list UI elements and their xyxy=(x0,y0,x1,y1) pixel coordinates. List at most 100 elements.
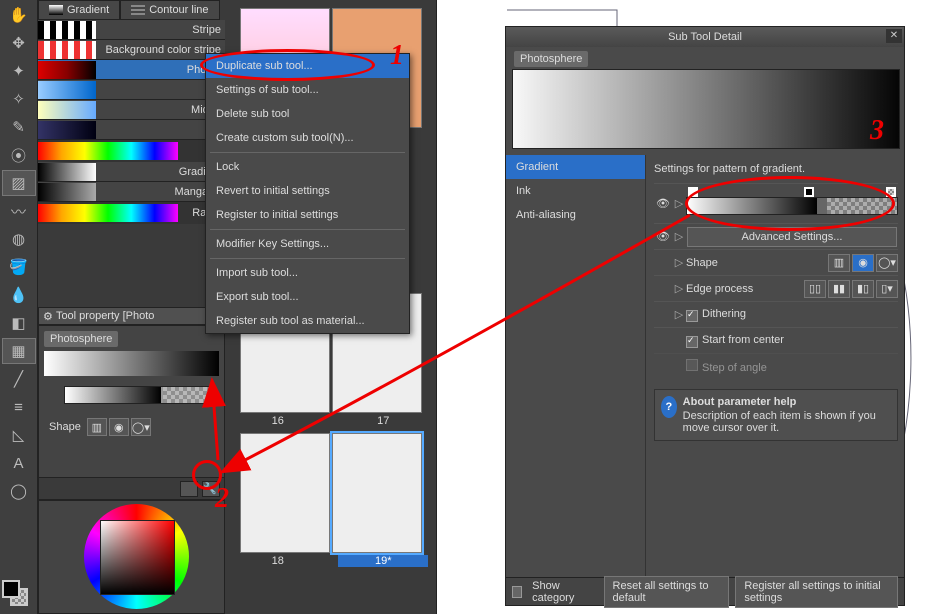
expand-icon[interactable]: ▷ xyxy=(672,282,686,295)
register-init-button[interactable]: Register all settings to initial setting… xyxy=(735,576,898,608)
mini-gradient-bar[interactable] xyxy=(64,386,214,404)
dialog-desc: Settings for pattern of gradient. xyxy=(654,163,898,175)
ctx-lock[interactable]: Lock xyxy=(206,155,409,179)
blur-tool-icon[interactable]: 💧 xyxy=(2,282,36,308)
wand-tool-icon[interactable]: ✧ xyxy=(2,86,36,112)
gradient-stop-white[interactable] xyxy=(688,187,698,197)
param-shape-label: Shape xyxy=(686,257,828,269)
text-tool-icon[interactable]: A xyxy=(2,450,36,476)
color-wheel[interactable] xyxy=(84,504,189,609)
tab-contour[interactable]: Contour line xyxy=(120,0,219,20)
fill-tool-icon[interactable]: ◍ xyxy=(2,226,36,252)
gradient-tool-icon[interactable]: ▨ xyxy=(2,170,36,196)
pen-tool-icon[interactable]: ✎ xyxy=(2,114,36,140)
ctx-create[interactable]: Create custom sub tool(N)... xyxy=(206,126,409,150)
cat-gradient[interactable]: Gradient xyxy=(506,155,645,179)
wrench-icon[interactable]: 🔧 xyxy=(202,481,220,497)
dialog-title-label: Sub Tool Detail xyxy=(668,31,742,43)
shape-radial-icon[interactable]: ◉ xyxy=(852,254,874,272)
hand-tool-icon[interactable]: ✋ xyxy=(2,2,36,28)
ctx-revert[interactable]: Revert to initial settings xyxy=(206,179,409,203)
dithering-checkbox[interactable] xyxy=(686,310,698,322)
eye-icon[interactable]: 👁 xyxy=(654,197,672,210)
dialog-photosphere-chip: Photosphere xyxy=(514,51,588,67)
shape-label: Shape xyxy=(49,421,81,433)
gradient-editor[interactable] xyxy=(686,189,898,219)
square-tool-icon[interactable]: ▦ xyxy=(2,338,36,364)
edge-none-icon[interactable]: ▯▯ xyxy=(804,280,826,298)
preset-rainbow1[interactable]: Ra xyxy=(38,140,225,162)
expand-icon[interactable]: ▷ xyxy=(672,230,686,243)
dialog-titlebar[interactable]: Sub Tool Detail ✕ xyxy=(506,27,904,47)
preset-bg-stripe[interactable]: Background color stripe xyxy=(38,40,225,60)
ctx-register-init[interactable]: Register to initial settings xyxy=(206,203,409,227)
ctx-import[interactable]: Import sub tool... xyxy=(206,261,409,285)
ctx-duplicate[interactable]: Duplicate sub tool... xyxy=(206,54,409,78)
shape-linear-icon[interactable]: ▥ xyxy=(87,418,107,436)
gradient-preset-list: Stripe Background color stripe Photos Bl… xyxy=(38,20,225,224)
start-center-checkbox[interactable] xyxy=(686,336,698,348)
ctx-settings[interactable]: Settings of sub tool... xyxy=(206,78,409,102)
ctx-modifier[interactable]: Modifier Key Settings... xyxy=(206,232,409,256)
param-edge-label: Edge process xyxy=(686,283,804,295)
expand-icon[interactable]: ▷ xyxy=(672,308,686,321)
eraser-tool-icon[interactable]: ◧ xyxy=(2,310,36,336)
eye-icon[interactable]: 👁 xyxy=(654,230,672,243)
fg-bg-swatches[interactable] xyxy=(2,580,30,608)
sub-tool-detail-dialog: Sub Tool Detail ✕ Photosphere Gradient I… xyxy=(505,26,905,606)
dialog-parameter-area: Settings for pattern of gradient. 👁 ▷ 👁 … xyxy=(646,155,906,587)
fx-tool-icon[interactable]: ✦ xyxy=(2,58,36,84)
preset-midday[interactable]: Midda xyxy=(38,100,225,120)
reset-button[interactable]: Reset all settings to default xyxy=(604,576,730,608)
mini-gradient-preview xyxy=(44,351,219,376)
show-category-label: Show category xyxy=(532,580,591,604)
thumb-19[interactable] xyxy=(332,433,422,553)
expand-icon[interactable]: ▷ xyxy=(672,256,686,269)
shape-ellipse-icon[interactable]: ◯▾ xyxy=(876,254,898,272)
edge-notdraw-icon[interactable]: ▯▾ xyxy=(876,280,898,298)
preset-rainbow2[interactable]: Rainb xyxy=(38,202,225,224)
bucket-tool-icon[interactable]: 🪣 xyxy=(2,254,36,280)
tool-property-title: ⚙ Tool property [Photo xyxy=(38,307,225,325)
reset-icon[interactable] xyxy=(180,481,198,497)
tab-gradient-label: Gradient xyxy=(67,4,109,16)
dropper-tool-icon[interactable]: ⦿ xyxy=(2,142,36,168)
cat-aa[interactable]: Anti-aliasing xyxy=(506,203,645,227)
main-toolbar: ✋ ✥ ✦ ✧ ✎ ⦿ ▨ 〰 ◍ 🪣 💧 ◧ ▦ ╱ ≡ ◺ A ◯ xyxy=(0,0,38,614)
preset-night[interactable]: Nig xyxy=(38,120,225,140)
close-icon[interactable]: ✕ xyxy=(886,29,902,43)
brush-tool-icon[interactable]: 〰 xyxy=(2,198,36,224)
thumb-18[interactable] xyxy=(240,433,330,553)
contour-tab-icon xyxy=(131,5,145,15)
color-wheel-panel xyxy=(38,500,225,614)
foreground-swatch[interactable] xyxy=(2,580,20,598)
gradient-stop-transparent[interactable] xyxy=(886,187,896,197)
preset-blue[interactable]: Blu xyxy=(38,80,225,100)
shape-linear-icon[interactable]: ▥ xyxy=(828,254,850,272)
preset-photosphere[interactable]: Photos xyxy=(38,60,225,80)
ctx-delete[interactable]: Delete sub tool xyxy=(206,102,409,126)
move-tool-icon[interactable]: ✥ xyxy=(2,30,36,56)
tool-property-panel: Photosphere Shape ▥ ◉ ◯▾ 🔧 xyxy=(38,325,225,500)
ctx-register-mat[interactable]: Register sub tool as material... xyxy=(206,309,409,333)
line-tool-icon[interactable]: ╱ xyxy=(2,366,36,392)
preset-stripe[interactable]: Stripe xyxy=(38,20,225,40)
tab-gradient[interactable]: Gradient xyxy=(38,0,120,20)
ctx-export[interactable]: Export sub tool... xyxy=(206,285,409,309)
edge-repeat-icon[interactable]: ▮▮ xyxy=(828,280,850,298)
expand-icon[interactable]: ▷ xyxy=(672,197,686,210)
gradient-stop-black[interactable] xyxy=(804,187,814,197)
balloon-tool-icon[interactable]: ◯ xyxy=(2,478,36,504)
divider-tool-icon[interactable]: ≡ xyxy=(2,394,36,420)
show-category-checkbox[interactable] xyxy=(512,586,522,598)
preset-gradient[interactable]: Gradient xyxy=(38,162,225,182)
preset-manga[interactable]: Manga gr xyxy=(38,182,225,202)
shape-ellipse-icon[interactable]: ◯▾ xyxy=(131,418,151,436)
shape-tool-icon[interactable]: ◺ xyxy=(2,422,36,448)
tab-contour-label: Contour line xyxy=(149,4,208,16)
shape-radial-icon[interactable]: ◉ xyxy=(109,418,129,436)
advanced-settings-button[interactable]: Advanced Settings... xyxy=(687,227,897,247)
cat-ink[interactable]: Ink xyxy=(506,179,645,203)
context-menu: Duplicate sub tool... Settings of sub to… xyxy=(205,53,410,334)
edge-reverse-icon[interactable]: ▮▯ xyxy=(852,280,874,298)
